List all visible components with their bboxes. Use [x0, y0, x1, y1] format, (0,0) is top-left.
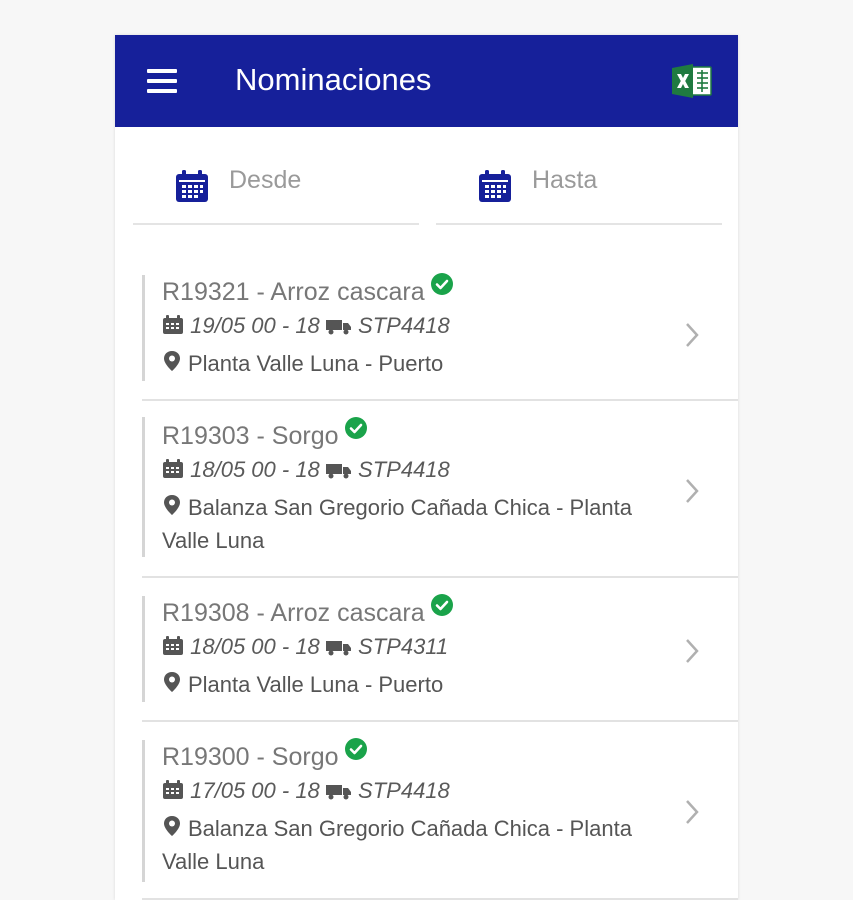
menu-icon[interactable] — [145, 67, 179, 95]
app-header: Nominaciones — [115, 35, 738, 127]
map-pin-icon — [164, 816, 180, 836]
app-window: Nominaciones Desde Hasta R19321 - Arroz … — [115, 35, 738, 900]
item-plate: STP4418 — [358, 313, 450, 338]
check-circle-icon — [344, 417, 367, 439]
menu-icon-bar — [147, 69, 177, 73]
item-route-text: Planta Valle Luna - Puerto — [188, 351, 444, 376]
item-route-text: Balanza San Gregorio Cañada Chica - Plan… — [162, 495, 632, 553]
nomination-item[interactable]: R19321 - Arroz cascara 19/05 00 - 18 STP… — [142, 265, 738, 401]
nomination-item[interactable]: R19308 - Arroz cascara 18/05 00 - 18 STP… — [142, 578, 738, 722]
calendar-small-icon — [163, 636, 183, 655]
item-plate: STP4311 — [358, 634, 449, 659]
nomination-item[interactable]: R19303 - Sorgo 18/05 00 - 18 STP4418 Bal… — [142, 401, 738, 578]
item-title-text: R19321 - Arroz cascara — [162, 278, 425, 306]
item-route: Planta Valle Luna - Puerto — [162, 668, 672, 701]
item-title-text: R19308 - Arroz cascara — [162, 599, 425, 627]
item-route-text: Balanza San Gregorio Cañada Chica - Plan… — [162, 816, 632, 874]
menu-icon-bar — [147, 79, 177, 83]
item-datetime: 18/05 00 - 18 — [190, 457, 320, 482]
item-accent-bar — [142, 417, 145, 557]
map-pin-icon — [164, 351, 180, 371]
check-circle-icon — [344, 738, 367, 760]
chevron-right-icon[interactable] — [683, 637, 701, 665]
to-date-field[interactable] — [436, 157, 722, 225]
calendar-icon — [176, 170, 208, 202]
calendar-small-icon — [163, 780, 183, 799]
truck-icon — [325, 641, 351, 656]
chevron-right-icon[interactable] — [683, 321, 701, 349]
from-date-input[interactable] — [229, 163, 399, 197]
truck-icon — [325, 320, 351, 335]
calendar-small-icon — [163, 459, 183, 478]
check-circle-icon — [430, 273, 453, 295]
from-date-field[interactable] — [133, 157, 419, 225]
item-accent-bar — [142, 740, 145, 882]
calendar-icon — [479, 170, 511, 202]
map-pin-icon — [164, 672, 180, 692]
item-accent-bar — [142, 275, 145, 381]
item-meta: 18/05 00 - 18 STP4418 — [162, 456, 450, 484]
item-plate: STP4418 — [358, 457, 450, 482]
item-title: R19308 - Arroz cascara — [162, 594, 453, 628]
item-title: R19300 - Sorgo — [162, 738, 367, 772]
date-filters — [115, 127, 738, 265]
item-title-text: R19303 - Sorgo — [162, 422, 339, 450]
truck-icon — [325, 785, 351, 800]
nomination-item[interactable]: R19300 - Sorgo 17/05 00 - 18 STP4418 Bal… — [142, 722, 738, 900]
chevron-right-icon[interactable] — [683, 798, 701, 826]
item-plate: STP4418 — [358, 778, 450, 803]
chevron-right-icon[interactable] — [683, 477, 701, 505]
item-route: Balanza San Gregorio Cañada Chica - Plan… — [162, 491, 672, 557]
item-title: R19303 - Sorgo — [162, 417, 367, 451]
nominations-list: R19321 - Arroz cascara 19/05 00 - 18 STP… — [115, 265, 738, 900]
calendar-small-icon — [163, 315, 183, 334]
excel-export-icon[interactable] — [671, 63, 713, 99]
item-meta: 18/05 00 - 18 STP4311 — [162, 633, 448, 661]
item-title: R19321 - Arroz cascara — [162, 273, 453, 307]
item-meta: 19/05 00 - 18 STP4418 — [162, 312, 450, 340]
to-date-input[interactable] — [532, 163, 702, 197]
map-pin-icon — [164, 495, 180, 515]
page-title: Nominaciones — [235, 62, 432, 97]
item-datetime: 17/05 00 - 18 — [190, 778, 320, 803]
truck-icon — [325, 464, 351, 479]
item-route-text: Planta Valle Luna - Puerto — [188, 672, 444, 697]
menu-icon-bar — [147, 89, 177, 93]
item-title-text: R19300 - Sorgo — [162, 743, 339, 771]
item-datetime: 19/05 00 - 18 — [190, 313, 320, 338]
item-route: Planta Valle Luna - Puerto — [162, 347, 672, 380]
item-accent-bar — [142, 596, 145, 702]
item-route: Balanza San Gregorio Cañada Chica - Plan… — [162, 812, 672, 878]
check-circle-icon — [430, 594, 453, 616]
item-meta: 17/05 00 - 18 STP4418 — [162, 777, 450, 805]
item-datetime: 18/05 00 - 18 — [190, 634, 320, 659]
